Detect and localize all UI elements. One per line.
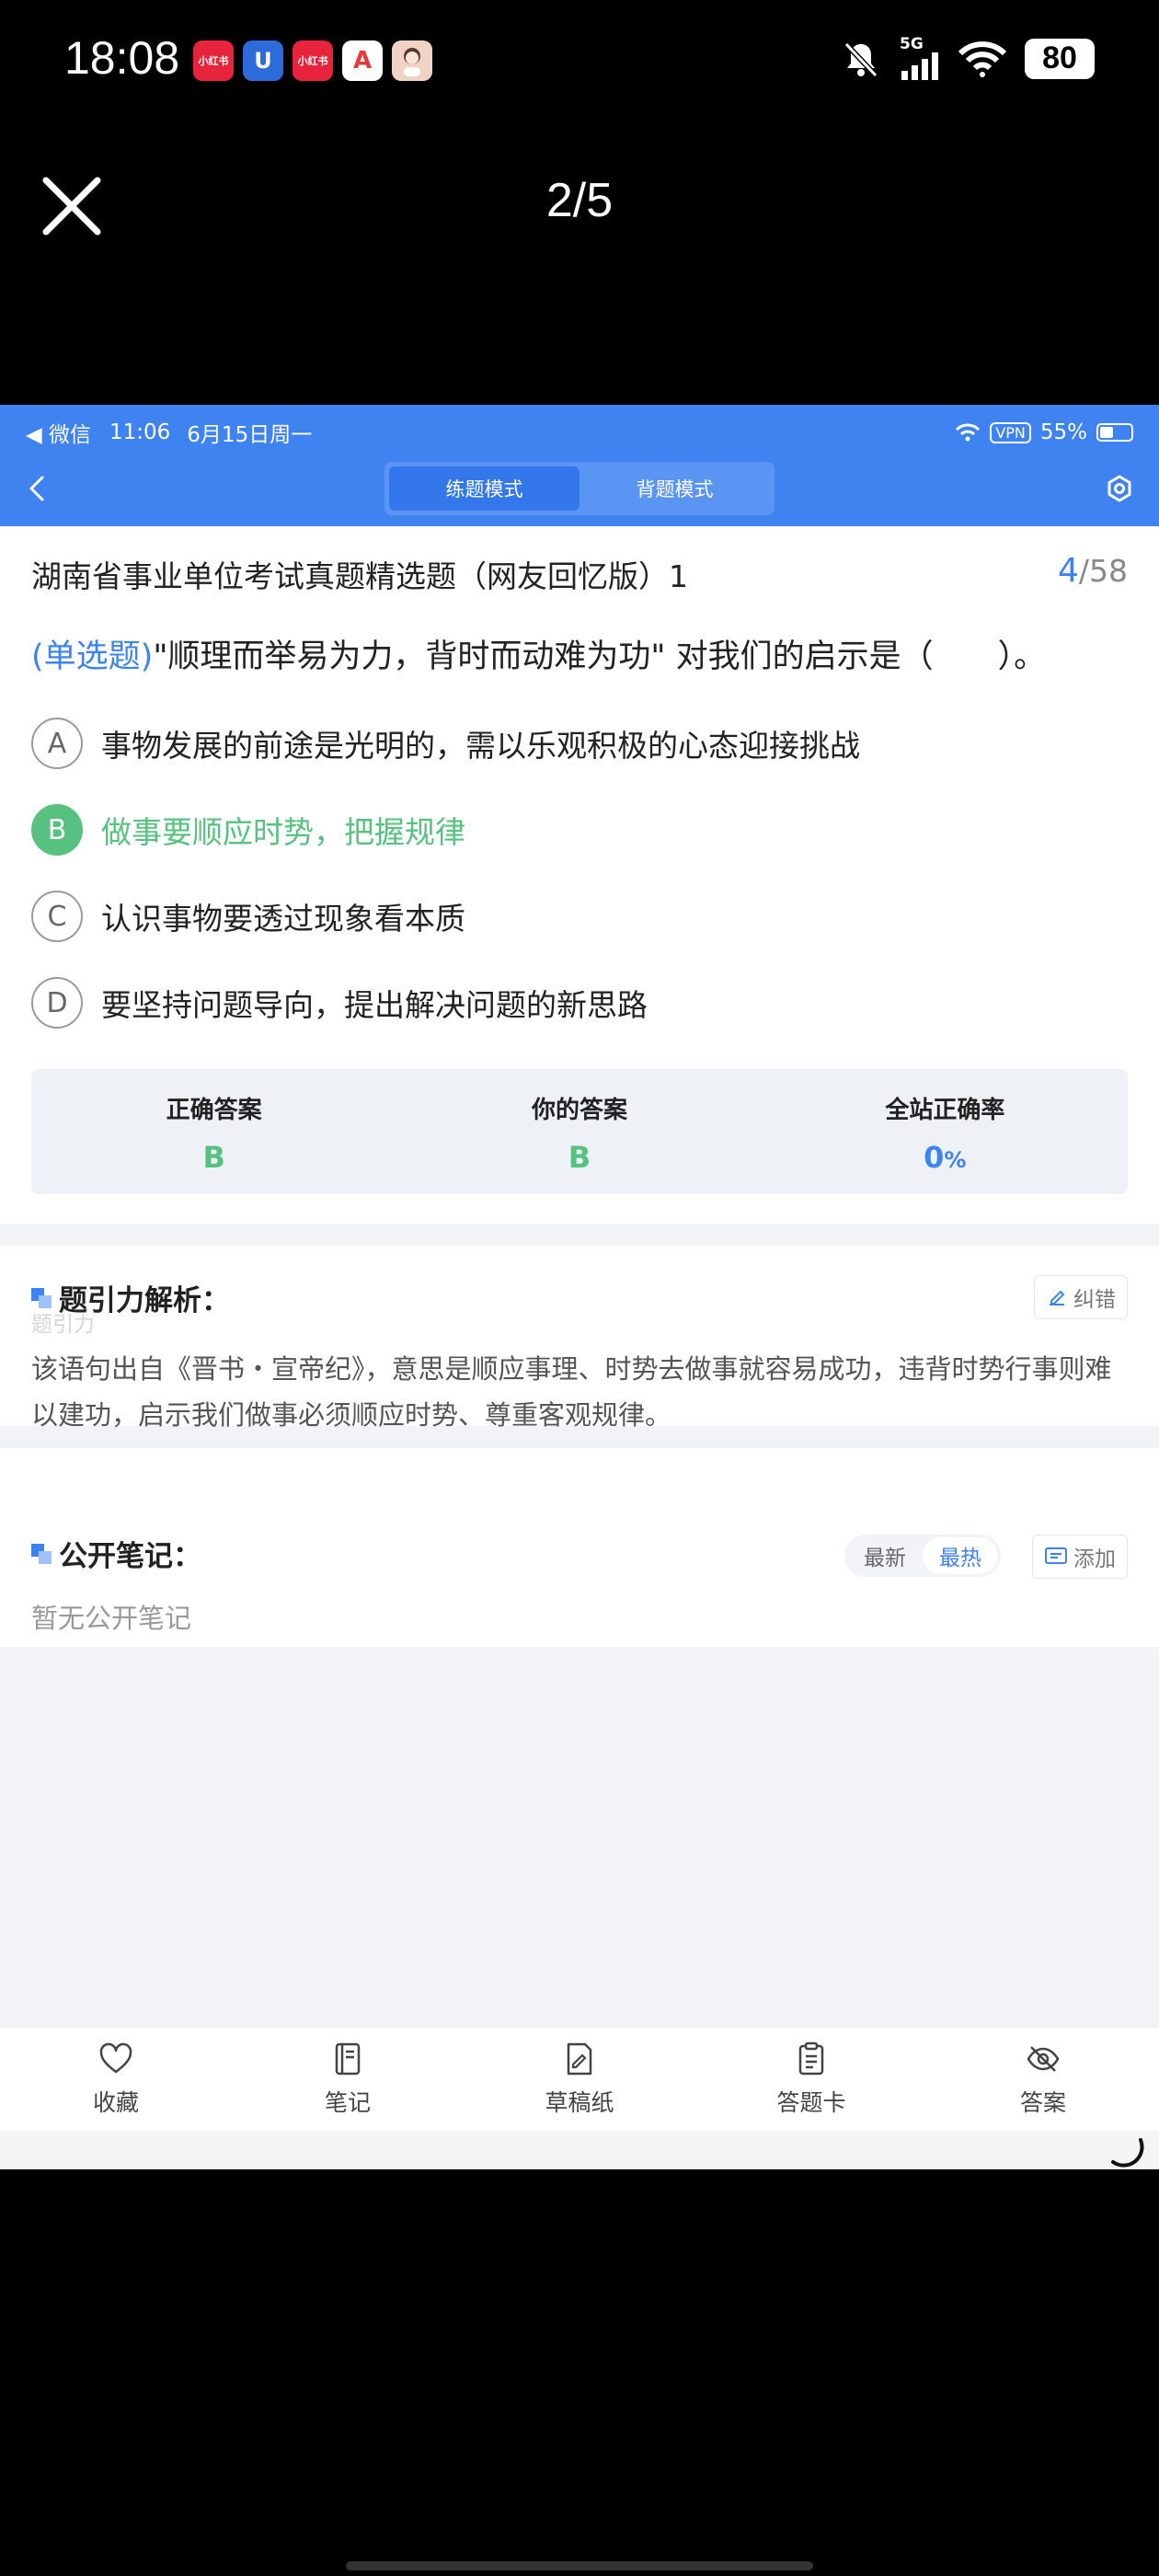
inner-date: 6月15日周一	[187, 423, 313, 447]
inner-screenshot: ◀ 微信 11:06 6月15日周一 VPN 55% 练题模式 背题模式 湖南省…	[0, 405, 1159, 2169]
rate-unit: %	[944, 1147, 967, 1173]
question-progress: 4/58	[1058, 552, 1128, 590]
avatar-app-icon	[392, 40, 432, 81]
section-icon	[31, 1543, 52, 1564]
option-letter: D	[31, 977, 83, 1029]
tab-practice-mode[interactable]: 练题模式	[389, 466, 580, 511]
stat-label: 正确答案	[166, 1097, 262, 1124]
inner-status-bar: ◀ 微信 11:06 6月15日周一 VPN 55%	[26, 414, 1133, 451]
section-icon	[31, 1287, 52, 1308]
answer-stats: 正确答案 B 你的答案 B 全站正确率 0%	[31, 1069, 1128, 1194]
question-type: (单选题)	[31, 638, 154, 675]
tab-draft-paper[interactable]: 草稿纸	[464, 2028, 695, 2131]
option-a[interactable]: A 事物发展的前途是光明的，需以乐观积极的心态迎接挑战	[31, 718, 860, 769]
tab-label: 草稿纸	[545, 2089, 614, 2116]
inner-battery-percent: 55%	[1039, 420, 1087, 444]
add-note-button[interactable]: 添加	[1032, 1535, 1128, 1579]
a-app-icon: A	[342, 40, 383, 81]
option-letter: C	[31, 891, 83, 942]
answer-card-icon	[798, 2041, 824, 2076]
vpn-badge: VPN	[990, 421, 1031, 443]
your-answer-stat: 你的答案 B	[396, 1069, 762, 1194]
wifi-icon	[958, 40, 1006, 77]
option-text: 事物发展的前途是光明的，需以乐观积极的心态迎接挑战	[101, 728, 860, 764]
tab-notes[interactable]: 笔记	[232, 2028, 464, 2131]
network-type: 5G	[900, 35, 924, 53]
tab-memorize-mode[interactable]: 背题模式	[580, 466, 770, 511]
option-text: 要坚持问题导向，提出解决问题的新思路	[101, 987, 648, 1023]
question-text: "顺理而举易为力，背时而动难为功" 对我们的启示是（ ）。	[153, 638, 1047, 675]
empty-notes-text: 暂无公开笔记	[31, 1603, 192, 1634]
bell-muted-icon	[843, 41, 878, 77]
tab-label: 笔记	[324, 2089, 371, 2116]
option-letter: B	[31, 804, 83, 856]
eye-off-icon	[1027, 2046, 1060, 2072]
tab-label: 答案	[1019, 2089, 1066, 2116]
tab-label: 答题卡	[776, 2089, 846, 2116]
analysis-text: 该语句出自《晋书・宣帝纪》，意思是顺应事理、时势去做事就容易成功，违背时势行事则…	[31, 1353, 1112, 1431]
add-note-label: 添加	[1073, 1547, 1116, 1571]
stat-label: 全站正确率	[885, 1097, 1005, 1124]
report-error-button[interactable]: 纠错	[1034, 1275, 1128, 1319]
correct-answer-value: B	[202, 1140, 225, 1175]
bottom-toolbar: 收藏 笔记 草稿纸 答题卡 答案	[0, 2028, 1159, 2131]
bottom-strip	[0, 2131, 1159, 2169]
question-stem: (单选题)"顺理而举易为力，背时而动难为功" 对我们的启示是（ ）。	[31, 635, 1128, 680]
notebook-icon	[335, 2042, 361, 2076]
exam-title: 湖南省事业单位考试真题精选题（网友回忆版）1	[31, 558, 688, 594]
accuracy-rate-value: 0%	[763, 1140, 1128, 1175]
notes-heading: 公开笔记：	[31, 1533, 201, 1574]
image-counter: 2/5	[545, 174, 614, 227]
current-question-number: 4	[1057, 552, 1079, 590]
sort-latest[interactable]: 最新	[847, 1537, 923, 1574]
home-indicator[interactable]	[346, 2561, 813, 2570]
tab-label: 收藏	[92, 2089, 139, 2116]
battery-icon	[1096, 423, 1133, 442]
rate-number: 0	[924, 1140, 945, 1175]
signal-icon: 5G	[900, 37, 940, 80]
os-notification-apps: 小红书 U 小红书 A	[193, 40, 432, 81]
tab-favorite[interactable]: 收藏	[0, 2028, 232, 2131]
inner-time: 11:06	[109, 420, 171, 444]
correct-answer-stat: 正确答案 B	[31, 1069, 396, 1194]
edit-icon	[1050, 1290, 1065, 1305]
wifi-icon	[956, 423, 981, 442]
tab-answer-card[interactable]: 答题卡	[695, 2028, 927, 2131]
option-d[interactable]: D 要坚持问题导向，提出解决问题的新思路	[31, 977, 648, 1029]
xiaohongshu-app-icon: 小红书	[193, 40, 234, 81]
option-c[interactable]: C 认识事物要透过现象看本质	[31, 891, 465, 942]
tab-answer[interactable]: 答案	[927, 2028, 1159, 2131]
your-answer-value: B	[568, 1140, 591, 1175]
notes-sort-toggle: 最新 最热	[844, 1535, 1001, 1577]
notes-heading-text: 公开笔记：	[59, 1540, 201, 1573]
mode-switch: 练题模式 背题模式	[384, 462, 775, 515]
draft-paper-icon	[567, 2042, 592, 2076]
heart-icon	[99, 2042, 132, 2074]
settings-icon[interactable]	[1106, 475, 1133, 502]
loading-spinner-icon	[1111, 2138, 1144, 2168]
option-b[interactable]: B 做事要顺应时势，把握规律	[31, 804, 465, 856]
option-letter: A	[31, 718, 83, 769]
option-text: 做事要顺应时势，把握规律	[101, 814, 465, 850]
xiaohongshu-app-icon: 小红书	[293, 40, 333, 81]
os-status-right: 5G 80	[841, 37, 1095, 80]
watermark: 题引力	[31, 1313, 95, 1337]
blue-app-icon: U	[243, 40, 283, 81]
screen: 18:08 小红书 U 小红书 A 5G 80 2/5 ◀ 微信 11:06 6…	[0, 0, 1159, 2576]
option-text: 认识事物要透过现象看本质	[101, 901, 465, 937]
total-questions: /58	[1078, 553, 1128, 589]
accuracy-rate-stat: 全站正确率 0%	[763, 1069, 1128, 1194]
battery-indicator: 80	[1025, 38, 1095, 79]
os-status-time: 18:08	[64, 32, 180, 84]
sort-hottest[interactable]: 最热	[923, 1537, 998, 1574]
comment-icon	[1045, 1547, 1067, 1564]
report-error-label: 纠错	[1073, 1288, 1116, 1312]
back-arrow-icon[interactable]	[24, 474, 50, 503]
stat-label: 你的答案	[531, 1097, 627, 1124]
back-to-wechat: ◀ 微信	[26, 423, 91, 447]
